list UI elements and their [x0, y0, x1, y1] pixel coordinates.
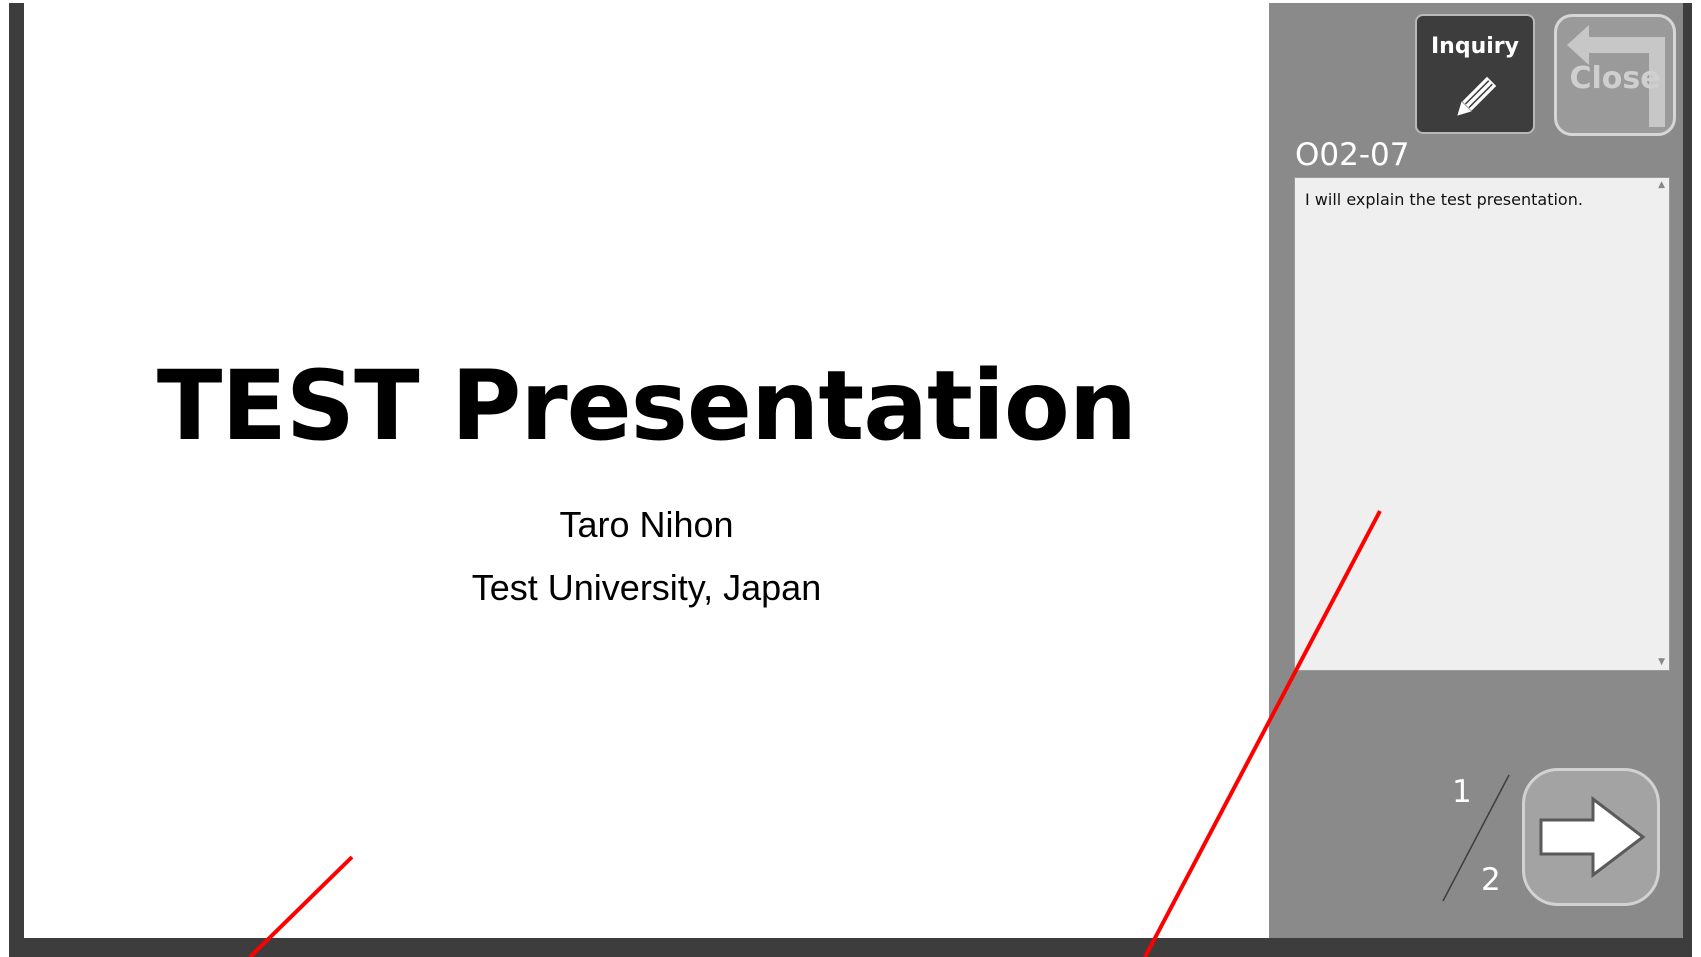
inquiry-label: Inquiry: [1431, 34, 1519, 59]
slide-canvas: TEST Presentation Taro Nihon Test Univer…: [24, 3, 1269, 938]
slide-affiliation: Test University, Japan: [471, 567, 822, 608]
side-panel: Inquiry Close O02-07 I will explain the …: [1269, 3, 1683, 938]
notes-text: I will explain the test presentation.: [1305, 190, 1583, 209]
scroll-up-icon[interactable]: ▲: [1658, 181, 1665, 190]
inquiry-button[interactable]: Inquiry: [1415, 14, 1535, 134]
pencil-icon: [1457, 75, 1498, 116]
slide-title: TEST Presentation: [156, 350, 1137, 462]
scroll-down-icon[interactable]: ▼: [1658, 658, 1665, 667]
speaker-notes[interactable]: I will explain the test presentation. ▲ …: [1294, 177, 1670, 671]
page-total: 2: [1481, 862, 1501, 898]
session-code: O02-07: [1295, 137, 1410, 173]
slide-author: Taro Nihon: [559, 504, 734, 545]
close-label: Close: [1569, 61, 1661, 96]
right-arrow-icon: [1539, 796, 1646, 878]
presentation-viewer: TEST Presentation Taro Nihon Test Univer…: [0, 0, 1701, 957]
page-divider: [1442, 774, 1510, 902]
close-button[interactable]: Close: [1554, 14, 1676, 136]
next-slide-button[interactable]: [1522, 768, 1660, 906]
